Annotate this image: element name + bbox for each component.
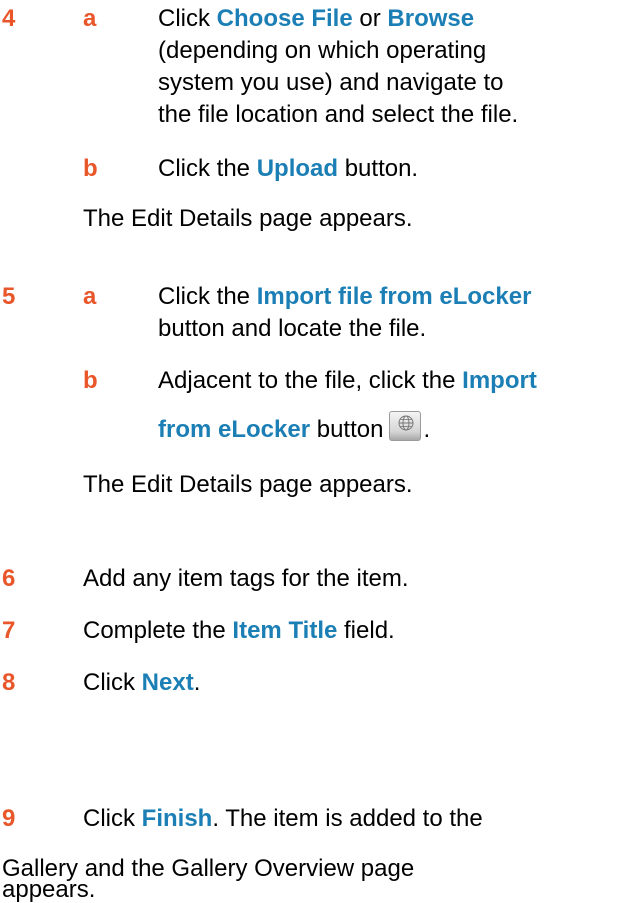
upload-ref: Upload [256,155,339,182]
step-9-number: 9 [2,805,16,832]
step-4b-letter: b [83,155,98,182]
browse-ref: Browse [387,5,475,32]
step-6-number: 6 [2,565,16,592]
step-9-text: Click [83,805,142,832]
step-5b-button-text: button [310,416,384,443]
import-from-elocker-button-image [389,411,422,441]
step-4a-line-4: the file location and select the file. [158,101,519,128]
step-7-line: Complete the Item Title field. [83,615,395,647]
step-5b-period: . [423,416,431,443]
step-5a-letter: a [83,283,97,310]
step-4a-line-2: (depending on which operating [158,37,487,64]
finish-ref: Finish [141,805,213,832]
step-5a-text: Click the [158,283,257,310]
step-8-text: Click [83,669,142,696]
step-5-result: The Edit Details page appears. [83,471,413,498]
step-4b-text: Click the [158,155,257,182]
choose-file-ref: Choose File [216,5,353,32]
step-7-end: field. [337,617,395,644]
import-ref-part-1: Import [462,367,537,394]
import-file-from-elocker-ref: Import file from eLocker [256,283,532,310]
step-4a-letter: a [83,5,97,32]
step-7-number: 7 [2,617,16,644]
step-8-line: Click Next. [83,667,200,699]
step-9-line-3: appears. [2,876,96,903]
step-7-text: Complete the [83,617,233,644]
globe-icon [398,415,414,431]
step-9-line-1: Click Finish. The item is added to the [83,803,483,835]
step-4-result: The Edit Details page appears. [83,205,413,232]
step-5-number: 5 [2,283,16,310]
step-4b-end: button. [338,155,419,182]
step-4a-line-3: system you use) and navigate to [158,69,504,96]
step-5a-line-1: Click the Import file from eLocker [158,281,531,313]
step-5b-line-2: from eLocker button. [158,411,430,446]
step-5b-letter: b [83,367,98,394]
step-4a-or: or [352,5,388,32]
step-6-text: Add any item tags for the item. [83,565,409,592]
step-5b-line-1: Adjacent to the file, click the Import [158,365,537,397]
step-4b-line: Click the Upload button. [158,153,418,185]
item-title-ref: Item Title [232,617,338,644]
step-8-number: 8 [2,669,16,696]
step-4a-line-1: Click Choose File or Browse [158,3,474,35]
import-ref-part-2: from eLocker [158,416,311,443]
next-ref: Next [141,669,194,696]
step-5a-line-2: button and locate the file. [158,315,427,342]
step-5b-text: Adjacent to the file, click the [158,367,463,394]
step-4-number: 4 [2,5,16,32]
step-9-rest: . The item is added to the [212,805,483,832]
step-4a-text: Click [158,5,217,32]
step-8-end: . [193,669,201,696]
